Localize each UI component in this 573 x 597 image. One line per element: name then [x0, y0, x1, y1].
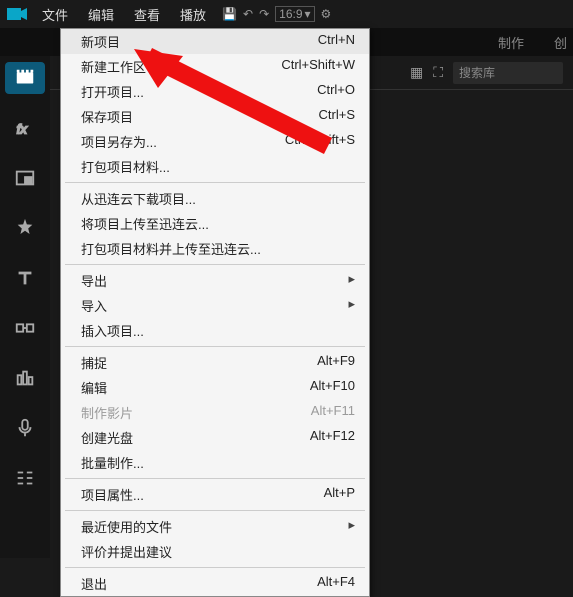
expand-icon[interactable]: ⛶ [433, 64, 443, 81]
submenu-arrow-icon: ▸ [348, 517, 355, 536]
menu-open-project[interactable]: 打开项目...Ctrl+O [61, 79, 369, 104]
menu-export[interactable]: 导出▸ [61, 268, 369, 293]
menu-save-as[interactable]: 项目另存为...Ctrl+Shift+S [61, 129, 369, 154]
save-icon[interactable]: 💾 [222, 7, 237, 21]
media-room-icon[interactable] [5, 62, 45, 94]
search-input[interactable]: 搜索库 [453, 62, 563, 84]
menu-new-project[interactable]: 新项目Ctrl+N [61, 29, 369, 54]
menu-produce: 制作影片Alt+F11 [61, 400, 369, 425]
aspect-ratio-selector[interactable]: 16:9▾ [275, 6, 314, 22]
menu-separator [65, 478, 365, 479]
svg-text:fx: fx [17, 122, 28, 137]
menu-project-props[interactable]: 项目属性...Alt+P [61, 482, 369, 507]
menu-upload-cloud[interactable]: 将项目上传至迅连云... [61, 211, 369, 236]
menu-recent-files[interactable]: 最近使用的文件▸ [61, 514, 369, 539]
menu-pack[interactable]: 打包项目材料... [61, 154, 369, 179]
particle-room-icon[interactable] [5, 212, 45, 244]
undo-icon[interactable]: ↶ [243, 7, 253, 21]
menu-feedback[interactable]: 评价并提出建议 [61, 539, 369, 564]
menu-batch[interactable]: 批量制作... [61, 450, 369, 475]
file-menu-dropdown: 新项目Ctrl+N 新建工作区Ctrl+Shift+W 打开项目...Ctrl+… [60, 28, 370, 597]
menu-separator [65, 264, 365, 265]
voice-room-icon[interactable] [5, 412, 45, 444]
submenu-arrow-icon: ▸ [348, 271, 355, 290]
left-sidebar: fx [0, 56, 50, 558]
menu-separator [65, 510, 365, 511]
tab-create[interactable]: 创 [554, 33, 567, 52]
title-room-icon[interactable] [5, 262, 45, 294]
menu-exit[interactable]: 退出Alt+F4 [61, 571, 369, 596]
menu-view[interactable]: 查看 [124, 1, 170, 28]
menu-separator [65, 182, 365, 183]
menu-file[interactable]: 文件 [32, 1, 78, 28]
settings-icon[interactable]: ⚙ [321, 7, 332, 21]
app-logo [2, 2, 32, 26]
menu-download-cloud[interactable]: 从迅连云下载项目... [61, 186, 369, 211]
aspect-ratio-value: 16:9 [279, 7, 302, 21]
fx-room-icon[interactable]: fx [5, 112, 45, 144]
submenu-arrow-icon: ▸ [348, 296, 355, 315]
menu-separator [65, 346, 365, 347]
chapter-room-icon[interactable] [5, 462, 45, 494]
audio-room-icon[interactable] [5, 362, 45, 394]
menu-play[interactable]: 播放 [170, 1, 216, 28]
menu-pack-upload[interactable]: 打包项目材料并上传至迅连云... [61, 236, 369, 261]
menu-import[interactable]: 导入▸ [61, 293, 369, 318]
search-placeholder: 搜索库 [459, 64, 495, 81]
tab-produce[interactable]: 制作 [498, 33, 524, 52]
menu-edit[interactable]: 编辑 [78, 1, 124, 28]
menu-capture[interactable]: 捕捉Alt+F9 [61, 350, 369, 375]
redo-icon[interactable]: ↷ [259, 7, 269, 21]
top-menubar: 文件 编辑 查看 播放 💾 ↶ ↷ 16:9▾ ⚙ [0, 0, 573, 28]
transition-room-icon[interactable] [5, 312, 45, 344]
menu-insert-project[interactable]: 插入项目... [61, 318, 369, 343]
menu-edit[interactable]: 编辑Alt+F10 [61, 375, 369, 400]
menu-separator [65, 567, 365, 568]
menu-save-project[interactable]: 保存项目Ctrl+S [61, 104, 369, 129]
pip-room-icon[interactable] [5, 162, 45, 194]
menu-new-workspace[interactable]: 新建工作区Ctrl+Shift+W [61, 54, 369, 79]
menu-create-disc[interactable]: 创建光盘Alt+F12 [61, 425, 369, 450]
grid-view-icon[interactable]: ▦ [410, 64, 423, 81]
